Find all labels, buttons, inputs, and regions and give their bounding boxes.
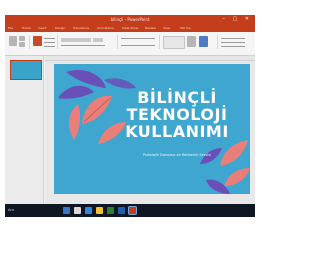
slide-title[interactable]: BİLİNÇLİ TEKNOLOJİ KULLANIMI (112, 89, 242, 140)
word-icon[interactable] (118, 207, 125, 214)
paste-icon[interactable] (9, 36, 17, 46)
layout-button[interactable] (44, 38, 55, 39)
arrange-icon[interactable] (187, 36, 196, 47)
slide-thumbnail-1[interactable] (10, 60, 42, 80)
slide-canvas[interactable]: BİLİNÇLİ TEKNOLOJİ KULLANIMI Psikolojik … (54, 64, 250, 194)
tab-transitions[interactable]: Transitions (73, 26, 89, 31)
ribbon-group-font (59, 35, 118, 49)
copy-icon[interactable] (19, 42, 25, 47)
font-size-box[interactable] (93, 38, 103, 42)
window-title: bilinçli - PowerPoint (110, 17, 150, 22)
edge-icon[interactable] (85, 207, 92, 214)
file-explorer-icon[interactable] (96, 207, 103, 214)
photo-frame: bilinçli - PowerPoint – ▢ ✕ File Home In… (0, 0, 255, 258)
leaf-decoration-bottom-right (200, 140, 250, 194)
top-bezel (0, 0, 255, 15)
bottom-bezel (0, 217, 255, 258)
reset-button[interactable] (44, 42, 55, 43)
tab-review[interactable]: Review (145, 26, 156, 31)
slide-title-line-1: BİLİNÇLİ (137, 88, 217, 107)
slide-title-line-2: TEKNOLOJİ (126, 105, 228, 124)
bullet-buttons[interactable] (121, 38, 155, 39)
tab-design[interactable]: Design (55, 26, 65, 31)
ribbon-group-clipboard (7, 35, 30, 49)
replace-button[interactable] (221, 42, 245, 43)
powerpoint-window: bilinçli - PowerPoint – ▢ ✕ File Home In… (5, 15, 255, 221)
font-name-box[interactable] (61, 38, 91, 42)
slide-title-line-3: KULLANIMI (125, 122, 229, 141)
select-button[interactable] (221, 46, 245, 47)
windows-taskbar: Ara (5, 204, 255, 217)
tab-insert[interactable]: Insert (38, 26, 47, 31)
cut-icon[interactable] (19, 36, 25, 41)
powerpoint-icon[interactable] (128, 206, 137, 215)
ribbon-group-slides (31, 35, 58, 49)
taskbar-search[interactable]: Ara (8, 208, 14, 213)
ribbon-group-drawing (161, 35, 218, 49)
font-format-buttons[interactable] (61, 45, 105, 46)
ribbon-group-paragraph (119, 35, 160, 49)
slide-editing-area: BİLİNÇLİ TEKNOLOJİ KULLANIMI Psikolojik … (45, 61, 255, 204)
window-controls[interactable]: – ▢ ✕ (222, 17, 252, 22)
section-button[interactable] (44, 46, 55, 47)
new-slide-icon[interactable] (33, 36, 42, 46)
ribbon (5, 32, 255, 56)
tab-file[interactable]: File (8, 26, 13, 31)
start-icon[interactable] (63, 207, 70, 214)
quick-styles-icon[interactable] (199, 36, 208, 47)
shapes-gallery[interactable] (163, 36, 185, 49)
ribbon-group-editing (219, 35, 252, 49)
slide-subtitle[interactable]: Psikolojik Danışma ve Rehberlik Servisi (112, 153, 242, 158)
align-buttons[interactable] (121, 45, 155, 46)
title-bar: bilinçli - PowerPoint – ▢ ✕ (5, 15, 255, 25)
slide-thumbnails-pane (5, 56, 44, 204)
tab-animations[interactable]: Animations (97, 26, 114, 31)
tab-home[interactable]: Home (22, 26, 31, 31)
task-view-icon[interactable] (74, 207, 81, 214)
find-button[interactable] (221, 38, 245, 39)
excel-icon[interactable] (107, 207, 114, 214)
ribbon-tabs: File Home Insert Design Transitions Anim… (5, 25, 255, 32)
tab-view[interactable]: View (163, 26, 170, 31)
tab-slide-show[interactable]: Slide Show (122, 26, 138, 31)
tab-tell-me[interactable]: Tell me (180, 26, 191, 31)
